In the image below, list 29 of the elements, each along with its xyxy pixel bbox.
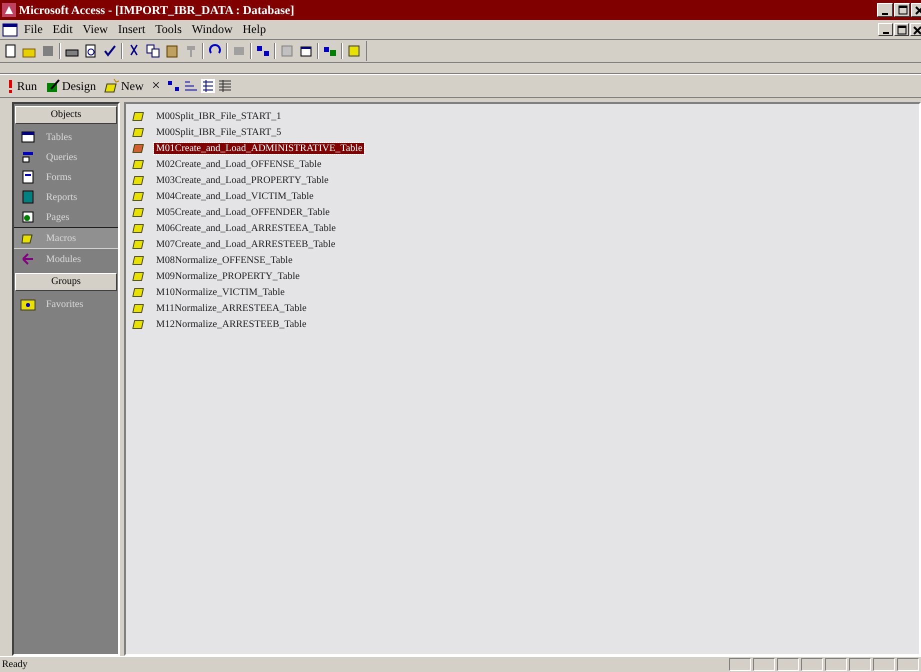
menu-item[interactable]: View xyxy=(78,22,112,37)
list-item[interactable]: M04Create_and_Load_VICTIM_Table xyxy=(154,190,316,202)
new-button[interactable]: New xyxy=(103,78,145,94)
list-item[interactable]: M00Split_IBR_File_START_1 xyxy=(154,110,284,122)
list-item[interactable]: M00Split_IBR_File_START_5 xyxy=(154,126,284,138)
groups-header-button[interactable]: Groups xyxy=(15,273,117,291)
list-item[interactable]: M02Create_and_Load_OFFENSE_Table xyxy=(154,158,324,170)
menu-item[interactable]: Window xyxy=(188,22,237,37)
list-item[interactable]: M01Create_and_Load_ADMINISTRATIVE_Table xyxy=(154,142,364,154)
list-item[interactable]: M10Normalize_VICTIM_Table xyxy=(154,286,287,298)
list-item[interactable]: M11Normalize_ARRESTEEA_Table xyxy=(154,302,309,314)
menu-item[interactable]: Insert xyxy=(114,22,150,37)
objects-header-button[interactable]: Objects xyxy=(15,106,117,124)
list-item[interactable]: M12Normalize_ARRESTEEB_Table xyxy=(154,318,308,330)
window-title: Microsoft Access - [IMPORT_IBR_DATA : Database] xyxy=(19,2,296,18)
list-item[interactable]: M08Normalize_OFFENSE_Table xyxy=(154,254,295,266)
menu-item[interactable]: Tools xyxy=(151,22,186,37)
list-item[interactable]: M05Create_and_Load_OFFENDER_Table xyxy=(154,206,332,218)
design-button[interactable]: Design xyxy=(44,78,98,94)
menu-item[interactable]: File xyxy=(20,22,47,37)
list-item[interactable]: M03Create_and_Load_PROPERTY_Table xyxy=(154,174,331,186)
menu-item[interactable]: Edit xyxy=(48,22,77,37)
run-button[interactable]: Run xyxy=(8,78,38,94)
list-item[interactable]: M07Create_and_Load_ARRESTEEB_Table xyxy=(154,238,338,250)
list-item[interactable]: M06Create_and_Load_ARRESTEEA_Table xyxy=(154,222,338,234)
status-text: Ready xyxy=(2,659,29,670)
delete-button[interactable]: × xyxy=(150,78,162,94)
menu-item[interactable]: Help xyxy=(238,22,270,37)
list-item[interactable]: M09Normalize_PROPERTY_Table xyxy=(154,270,302,282)
